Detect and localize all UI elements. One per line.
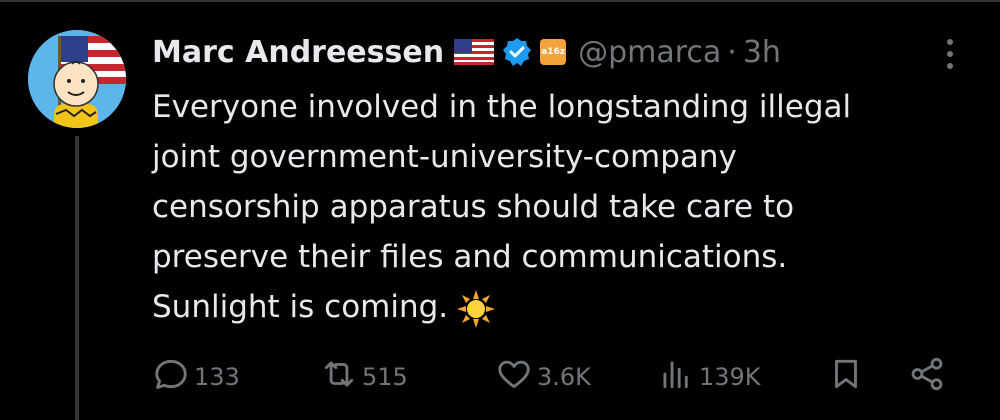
author-handle[interactable]: @pmarca <box>578 35 721 70</box>
like-icon <box>495 355 533 399</box>
views-icon <box>657 355 695 399</box>
retweet-button[interactable]: 515 <box>320 352 408 402</box>
more-icon[interactable] <box>940 36 960 72</box>
top-divider <box>0 0 1000 2</box>
like-count: 3.6K <box>537 363 591 391</box>
share-icon <box>908 355 946 399</box>
reply-count: 133 <box>194 363 240 391</box>
reply-icon <box>152 355 190 399</box>
retweet-count: 515 <box>362 363 408 391</box>
bookmark-button[interactable] <box>827 352 865 402</box>
a16z-badge-icon[interactable]: a16z <box>540 39 567 65</box>
tweet-text-line: censorship apparatus should take care to <box>152 189 795 225</box>
verified-icon[interactable] <box>502 37 532 67</box>
thread-line <box>75 136 79 420</box>
timestamp[interactable]: 3h <box>743 35 781 70</box>
tweet-text-line: preserve their files and communications. <box>152 239 788 275</box>
tweet-text: Everyone involved in the longstanding il… <box>152 82 972 332</box>
bookmark-icon <box>827 355 865 399</box>
share-button[interactable] <box>908 352 946 402</box>
avatar[interactable] <box>28 30 126 128</box>
tweet-text-line: Sunlight is coming. <box>152 289 449 325</box>
author-name[interactable]: Marc Andreessen <box>152 35 444 70</box>
sun-icon <box>456 289 496 329</box>
action-bar: 133 515 3.6K 139K <box>152 352 952 402</box>
retweet-icon <box>320 355 358 399</box>
views-button[interactable]: 139K <box>657 352 761 402</box>
reply-button[interactable]: 133 <box>152 352 240 402</box>
like-button[interactable]: 3.6K <box>495 352 591 402</box>
tweet-text-last-line: Sunlight is coming. <box>152 282 972 332</box>
separator-dot: · <box>727 34 737 70</box>
tweet-text-line: Everyone involved in the longstanding il… <box>152 89 852 125</box>
tweet-text-line: joint government-university-company <box>152 139 737 175</box>
tweet-header: Marc Andreessen a16z @pmarca · 3h <box>152 28 781 76</box>
us-flag-icon <box>454 39 495 65</box>
view-count: 139K <box>699 363 761 391</box>
